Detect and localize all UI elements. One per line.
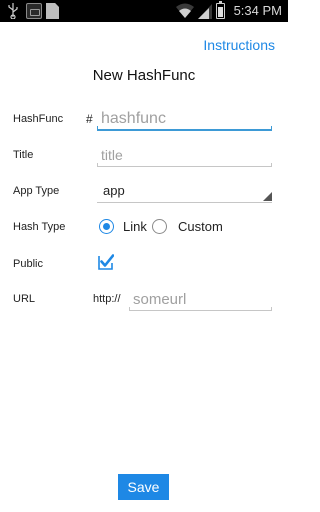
public-checkbox[interactable]: [98, 254, 114, 270]
url-input[interactable]: [129, 288, 272, 311]
status-bar: 5:34 PM: [0, 0, 288, 22]
radio-custom[interactable]: [152, 219, 167, 234]
dropdown-corner-icon: [263, 192, 272, 201]
field-tick-left: [129, 307, 130, 311]
field-tick-right: [271, 126, 272, 131]
screen: 5:34 PM Instructions New HashFunc HashFu…: [0, 0, 288, 512]
wifi-icon: [176, 3, 194, 18]
field-tick-right: [271, 307, 272, 311]
field-tick-left: [97, 126, 98, 131]
hashfunc-underline: [97, 129, 272, 131]
page-title: New HashFunc: [92, 67, 196, 84]
app-type-label: App Type: [13, 185, 60, 197]
hashfunc-input[interactable]: [97, 107, 272, 131]
usb-icon: [8, 3, 18, 19]
url-field[interactable]: [129, 288, 272, 311]
battery-icon: [216, 1, 225, 19]
app-type-value: app: [103, 183, 125, 198]
app-notification-icon: [26, 3, 42, 19]
app-type-spinner[interactable]: app: [97, 180, 272, 203]
signal-icon: [198, 4, 212, 19]
radio-link-label[interactable]: Link: [123, 219, 147, 235]
title-field[interactable]: [97, 143, 272, 167]
instructions-link[interactable]: Instructions: [203, 37, 275, 54]
field-tick-right: [271, 163, 272, 167]
url-prefix: http://: [93, 293, 121, 305]
sd-card-icon: [46, 3, 59, 19]
hashfunc-field[interactable]: [97, 107, 272, 131]
status-time: 5:34 PM: [233, 3, 282, 18]
hash-prefix: #: [86, 112, 93, 126]
field-tick-left: [97, 163, 98, 167]
url-underline: [129, 310, 272, 311]
hashfunc-label: HashFunc: [13, 113, 64, 125]
hash-type-label: Hash Type: [13, 221, 66, 233]
radio-link[interactable]: [99, 219, 114, 234]
radio-custom-label[interactable]: Custom: [178, 219, 223, 235]
public-label: Public: [13, 258, 43, 270]
save-button[interactable]: Save: [118, 474, 169, 500]
url-label: URL: [13, 293, 36, 305]
title-input[interactable]: [97, 143, 272, 167]
title-underline: [97, 166, 272, 167]
title-label: Title: [13, 149, 34, 161]
